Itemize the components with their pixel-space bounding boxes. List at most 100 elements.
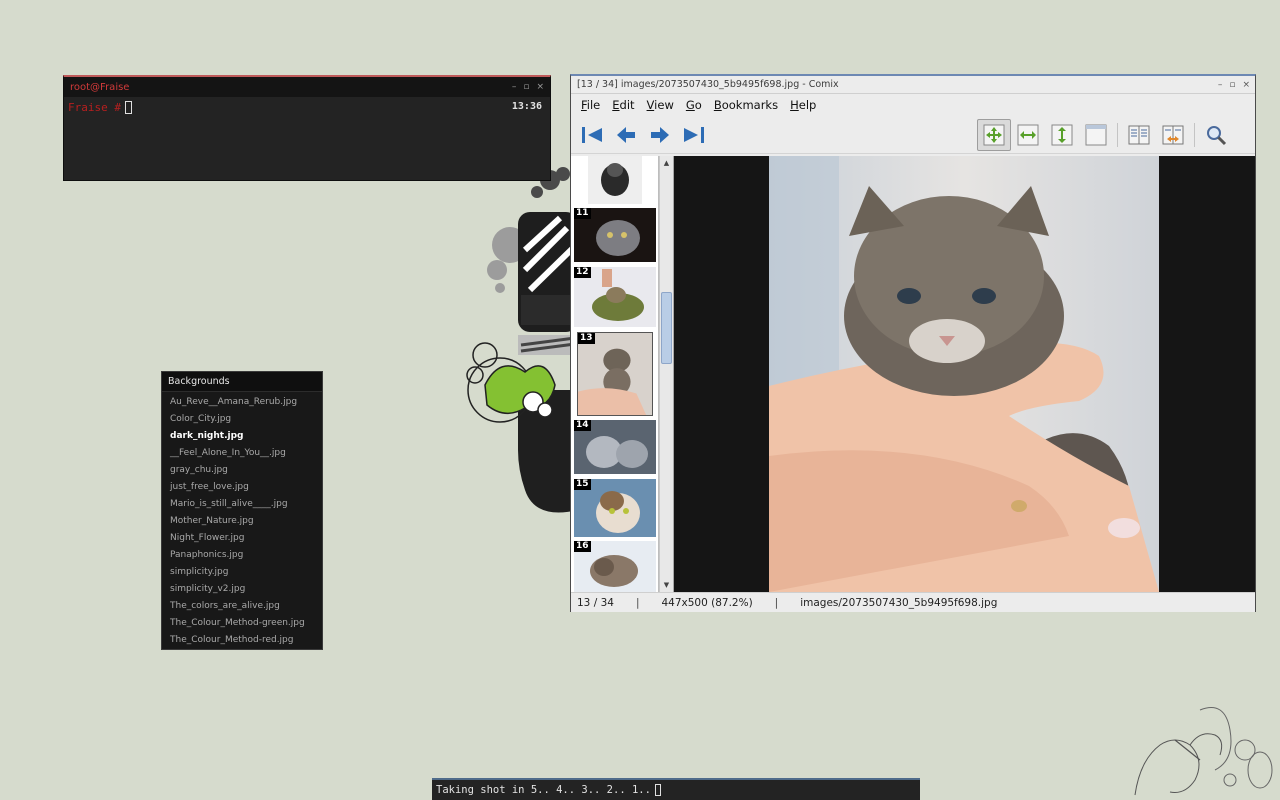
thumbnail-selected[interactable]: 13 — [577, 332, 653, 416]
thumbnail-image — [588, 156, 642, 204]
manga-mode-button[interactable] — [1156, 119, 1190, 151]
terminal-titlebar[interactable]: root@Fraise – ▫ × — [64, 77, 550, 97]
double-page-button[interactable] — [1122, 119, 1156, 151]
menu-item[interactable]: simplicity.jpg — [162, 564, 322, 581]
maximize-button[interactable]: ▫ — [1229, 80, 1235, 90]
best-fit-button[interactable] — [977, 119, 1011, 151]
menu-edit[interactable]: Edit — [606, 98, 640, 112]
magnifier-icon — [1207, 126, 1227, 146]
thumbnail[interactable]: 14 — [574, 420, 656, 474]
screenshot-countdown-bar: Taking shot in 5.. 4.. 3.. 2.. 1.. — [432, 778, 920, 800]
menu-item[interactable]: The_Colour_Method-green.jpg — [162, 615, 322, 632]
thumbnail-sidebar[interactable]: 11 12 13 14 15 16 — [571, 156, 659, 592]
menu-help[interactable]: Help — [784, 98, 822, 112]
manual-zoom-icon — [1085, 124, 1107, 146]
menu-item-selected[interactable]: dark_night.jpg — [162, 428, 322, 445]
close-button[interactable]: × — [536, 82, 544, 92]
menu-item[interactable]: __Feel_Alone_In_You__.jpg — [162, 445, 322, 462]
wallpaper-hand-sketch — [1134, 707, 1273, 796]
first-page-button[interactable] — [575, 119, 609, 151]
mnemonic: E — [612, 98, 620, 112]
status-page: 13 / 34 — [577, 596, 614, 609]
thumbnail[interactable] — [588, 156, 642, 204]
maximize-button[interactable]: ▫ — [523, 82, 529, 92]
menu-item[interactable]: Au_Reve__Amana_Rerub.jpg — [162, 394, 322, 411]
fit-height-button[interactable] — [1045, 119, 1079, 151]
thumbnail[interactable]: 11 — [574, 208, 656, 262]
thumbnail-scrollbar[interactable]: ▲ ▼ — [659, 156, 674, 592]
menu-item[interactable]: Panaphonics.jpg — [162, 547, 322, 564]
thumbnail[interactable]: 16 — [574, 541, 656, 592]
fit-height-icon — [1051, 124, 1073, 146]
menu-item[interactable]: Color_City.jpg — [162, 411, 322, 428]
image-viewer[interactable] — [674, 156, 1255, 592]
menu-item[interactable]: Night_Flower.jpg — [162, 530, 322, 547]
scroll-down-icon[interactable]: ▼ — [660, 578, 673, 592]
menu-label: ookmarks — [721, 98, 779, 112]
terminal-title: root@Fraise — [70, 81, 130, 93]
minimize-button[interactable]: – — [512, 82, 517, 92]
scrollbar-thumb[interactable] — [661, 292, 672, 364]
mnemonic: B — [713, 98, 722, 112]
thumbnail[interactable]: 12 — [574, 267, 656, 327]
toolbar-separator — [1194, 123, 1195, 147]
menu-item[interactable]: just_free_love.jpg — [162, 479, 322, 496]
zoom-button[interactable] — [1199, 119, 1233, 151]
statusbar: 13 / 34 | 447x500 (87.2%) | images/20735… — [571, 592, 1255, 612]
next-page-icon — [651, 126, 669, 143]
last-page-button[interactable] — [677, 119, 711, 151]
menu-item[interactable]: Mother_Nature.jpg — [162, 513, 322, 530]
terminal-window[interactable]: root@Fraise – ▫ × Fraise # 13:36 — [63, 75, 551, 181]
minimize-button[interactable]: – — [1218, 80, 1223, 90]
comix-window[interactable]: [13 / 34] images/2073507430_5b9495f698.j… — [570, 74, 1256, 612]
fit-width-button[interactable] — [1011, 119, 1045, 151]
scroll-up-icon[interactable]: ▲ — [660, 156, 673, 170]
thumbnail-number: 16 — [574, 541, 591, 552]
previous-page-button[interactable] — [609, 119, 643, 151]
thumbnail-number: 15 — [574, 479, 591, 490]
menu-label: ile — [586, 98, 601, 112]
thumbnail-number: 14 — [574, 420, 591, 431]
terminal-body[interactable]: Fraise # 13:36 — [64, 97, 550, 118]
previous-page-icon — [617, 126, 635, 143]
menu-item[interactable]: Mario_is_still_alive____.jpg — [162, 496, 322, 513]
clock: 13:36 — [511, 101, 542, 112]
fit-width-icon — [1017, 124, 1039, 146]
next-page-button[interactable] — [643, 119, 677, 151]
menu-item[interactable]: gray_chu.jpg — [162, 462, 322, 479]
comix-content: 11 12 13 14 15 16 ▲ ▼ — [571, 156, 1255, 592]
status-separator: | — [774, 596, 779, 609]
backgrounds-menu: Backgrounds Au_Reve__Amana_Rerub.jpg Col… — [161, 371, 323, 650]
menu-label: iew — [654, 98, 674, 112]
wallpaper-graffiti-art — [466, 167, 578, 513]
menu-item[interactable]: simplicity_v2.jpg — [162, 581, 322, 598]
manga-mode-icon — [1162, 125, 1184, 145]
menu-label: o — [694, 98, 702, 112]
menu-view[interactable]: View — [641, 98, 680, 112]
menubar: File Edit View Go Bookmarks Help — [571, 94, 1255, 116]
comix-titlebar[interactable]: [13 / 34] images/2073507430_5b9495f698.j… — [571, 76, 1255, 94]
thumbnail-number: 12 — [574, 267, 591, 278]
double-page-icon — [1128, 125, 1150, 145]
text-cursor — [654, 784, 661, 796]
close-button[interactable]: × — [1242, 80, 1250, 90]
mnemonic: H — [790, 98, 799, 112]
menu-label: dit — [619, 98, 635, 112]
thumbnail[interactable]: 15 — [574, 479, 656, 537]
first-page-icon — [582, 126, 602, 143]
menu-bookmarks[interactable]: Bookmarks — [708, 98, 784, 112]
thumbnail-image — [578, 333, 652, 415]
toolbar — [571, 116, 1255, 154]
menu-item[interactable]: The_Colour_Method-red.jpg — [162, 632, 322, 649]
menu-label: elp — [798, 98, 817, 112]
status-path: images/2073507430_5b9495f698.jpg — [800, 596, 998, 609]
menu-go[interactable]: Go — [680, 98, 708, 112]
best-fit-icon — [983, 124, 1005, 146]
thumbnail-number: 13 — [578, 333, 595, 344]
thumbnail-number: 11 — [574, 208, 591, 219]
backgrounds-list: Au_Reve__Amana_Rerub.jpg Color_City.jpg … — [162, 392, 322, 649]
menu-file[interactable]: File — [575, 98, 606, 112]
menu-title: Backgrounds — [162, 372, 322, 392]
menu-item[interactable]: The_colors_are_alive.jpg — [162, 598, 322, 615]
manual-zoom-button[interactable] — [1079, 119, 1113, 151]
